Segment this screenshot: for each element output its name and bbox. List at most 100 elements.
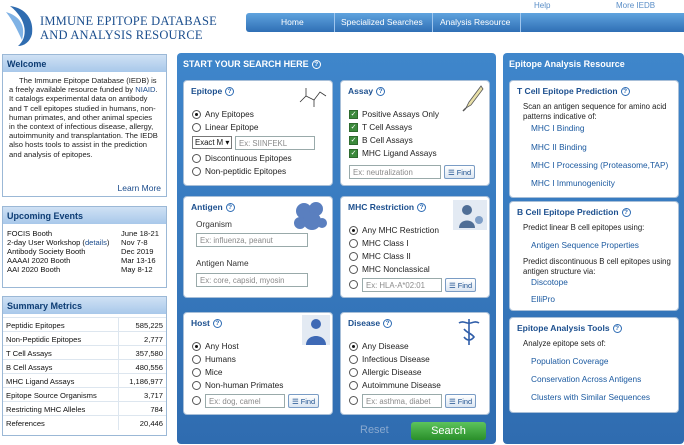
metric-row[interactable]: Epitope Source Organisms 3,717 (3, 387, 166, 402)
disease-help-icon[interactable]: ? (383, 319, 393, 328)
metric-row[interactable]: B Cell Assays 480,556 (3, 359, 166, 374)
disease-card: Disease? Any Disease Infectious Disease … (340, 312, 490, 415)
mhc-ligand-assays-checkbox[interactable]: ✓ (349, 149, 358, 158)
analysis-resource-panel: Epitope Analysis Resource T Cell Epitope… (503, 53, 684, 444)
disease-specific-radio[interactable] (349, 396, 358, 405)
antigen-help-icon[interactable]: ? (225, 203, 235, 212)
molecule-icon (299, 88, 327, 107)
assay-card: Assay? ✓ Positive Assays Only ✓ T Cell Ass… (340, 80, 490, 186)
b-cell-assays-checkbox[interactable]: ✓ (349, 136, 358, 145)
welcome-title: Welcome (3, 55, 166, 72)
t-cell-help-icon[interactable]: ? (620, 87, 630, 96)
antigen-name-input[interactable]: Ex: core, capsid, myosin (196, 273, 308, 287)
nav-analysis-resource[interactable]: Analysis Resource (440, 17, 510, 27)
autoimmune-disease-radio[interactable] (349, 381, 358, 390)
host-help-icon[interactable]: ? (212, 319, 222, 328)
discotope-link[interactable]: Discotope (531, 277, 568, 287)
logo-title-line1: IMMUNE EPITOPE DATABASE (40, 14, 217, 28)
mhc-i-immunogenicity-link[interactable]: MHC I Immunogenicity (531, 178, 615, 188)
t-cell-prediction-card: T Cell Epitope Prediction? Scan an antig… (509, 80, 679, 198)
mhc-allele-input[interactable]: Ex: HLA-A*02:01 (362, 278, 442, 292)
analysis-panel-title: Epitope Analysis Resource (509, 59, 625, 69)
mhc-i-processing-link[interactable]: MHC I Processing (Proteasome,TAP) (531, 160, 668, 170)
welcome-panel: Welcome The Immune Epitope Database (IED… (2, 54, 167, 197)
metrics-title: Summary Metrics (3, 297, 166, 314)
any-host-radio[interactable] (192, 342, 201, 351)
allergic-disease-radio[interactable] (349, 368, 358, 377)
mhc-specific-radio[interactable] (349, 280, 358, 289)
linear-epitope-radio[interactable] (192, 123, 201, 132)
antigen-card: Antigen? Organism Ex: influenza, peanut … (183, 196, 333, 298)
mhc-i-binding-link[interactable]: MHC I Binding (531, 123, 585, 133)
mhc-find-button[interactable]: ☰ Find (445, 278, 477, 292)
any-mhc-radio[interactable] (349, 226, 358, 235)
search-panel: START YOUR SEARCH HERE? Epitope? Any Epi… (177, 53, 496, 444)
top-links: Help More IEDB (514, 0, 684, 12)
mhc-class-i-radio[interactable] (349, 239, 358, 248)
population-coverage-link[interactable]: Population Coverage (531, 356, 609, 366)
mhc-ii-binding-link[interactable]: MHC II Binding (531, 142, 587, 152)
metric-row[interactable]: Restricting MHC Alleles 784 (3, 401, 166, 416)
main-nav: Home Specialized Searches Analysis Resou… (246, 13, 684, 32)
conservation-across-antigens-link[interactable]: Conservation Across Antigens (531, 374, 641, 384)
summary-metrics-panel: Summary Metrics Peptidic Epitopes 585,225… (2, 296, 167, 436)
list-icon: ☰ (449, 397, 456, 406)
organism-input[interactable]: Ex: influenza, peanut (196, 233, 308, 247)
workshop-details-link[interactable]: details (85, 238, 107, 247)
epitope-sequence-input[interactable]: Ex: SIINFEKL (235, 136, 315, 150)
protein-structure-icon (294, 202, 327, 230)
metric-row[interactable]: T Cell Assays 357,580 (3, 345, 166, 360)
mhc-class-ii-radio[interactable] (349, 252, 358, 261)
any-epitopes-radio[interactable] (192, 110, 201, 119)
disease-input[interactable]: Ex: asthma, diabet (362, 394, 442, 408)
assay-input[interactable]: Ex: neutralization (349, 165, 441, 179)
non-human-primates-radio[interactable] (192, 381, 201, 390)
reset-button[interactable]: Reset (360, 424, 389, 436)
host-input[interactable]: Ex: dog, camel (205, 394, 285, 408)
host-find-button[interactable]: ☰ Find (288, 394, 320, 408)
search-help-icon[interactable]: ? (311, 60, 321, 69)
mhc-nonclassical-radio[interactable] (349, 265, 358, 274)
more-iedb-link[interactable]: More IEDB (616, 1, 655, 10)
infectious-disease-radio[interactable] (349, 355, 358, 364)
positive-assays-checkbox[interactable]: ✓ (349, 110, 358, 119)
welcome-text: The Immune Epitope Database (IEDB) is a … (9, 76, 158, 159)
epitope-analysis-tools-card: Epitope Analysis Tools? Analyze epitope … (509, 317, 679, 413)
t-cell-assays-checkbox[interactable]: ✓ (349, 123, 358, 132)
assay-help-icon[interactable]: ? (376, 87, 386, 96)
antigen-sequence-properties-link[interactable]: Antigen Sequence Properties (531, 240, 639, 250)
list-icon: ☰ (449, 281, 456, 290)
humans-radio[interactable] (192, 355, 201, 364)
metric-row[interactable]: References 20,446 (3, 415, 166, 430)
discontinuous-epitopes-radio[interactable] (192, 154, 201, 163)
any-disease-radio[interactable] (349, 342, 358, 351)
search-button[interactable]: Search (411, 422, 486, 440)
analysis-help-icon[interactable]: ? (612, 324, 622, 333)
host-specific-radio[interactable] (192, 396, 201, 405)
nav-home[interactable]: Home (281, 17, 304, 27)
b-cell-help-icon[interactable]: ? (621, 208, 631, 217)
epitope-help-icon[interactable]: ? (225, 87, 235, 96)
non-peptidic-epitopes-radio[interactable] (192, 167, 201, 176)
epitope-card: Epitope? Any Epitopes Linear Epitope Exa… (183, 80, 333, 186)
assay-find-button[interactable]: ☰ Find (444, 165, 476, 179)
b-cell-prediction-card: B Cell Epitope Prediction? Predict linea… (509, 201, 679, 311)
exact-match-select[interactable]: Exact M ▾ (192, 136, 232, 149)
mhc-help-icon[interactable]: ? (417, 203, 427, 212)
disease-find-button[interactable]: ☰ Find (445, 394, 477, 408)
nav-specialized-searches[interactable]: Specialized Searches (341, 17, 423, 27)
metric-row[interactable]: MHC Ligand Assays 1,186,977 (3, 373, 166, 388)
search-panel-title: START YOUR SEARCH HERE? (183, 59, 321, 69)
pipette-icon (462, 85, 484, 112)
host-card: Host? Any Host Humans Mice Non-human Pri… (183, 312, 333, 415)
clusters-similar-sequences-link[interactable]: Clusters with Similar Sequences (531, 392, 650, 402)
metric-row[interactable]: Peptidic Epitopes 585,225 (3, 317, 166, 332)
metric-row[interactable]: Non-Peptidic Epitopes 2,777 (3, 331, 166, 346)
iedb-logo[interactable]: IMMUNE EPITOPE DATABASE AND ANALYSIS RES… (4, 2, 217, 50)
help-link[interactable]: Help (534, 1, 550, 10)
ellipro-link[interactable]: ElliPro (531, 294, 555, 304)
niaid-link[interactable]: NIAID (135, 85, 155, 94)
mice-radio[interactable] (192, 368, 201, 377)
learn-more-link[interactable]: Learn More (118, 183, 161, 193)
person-icon (302, 315, 330, 345)
